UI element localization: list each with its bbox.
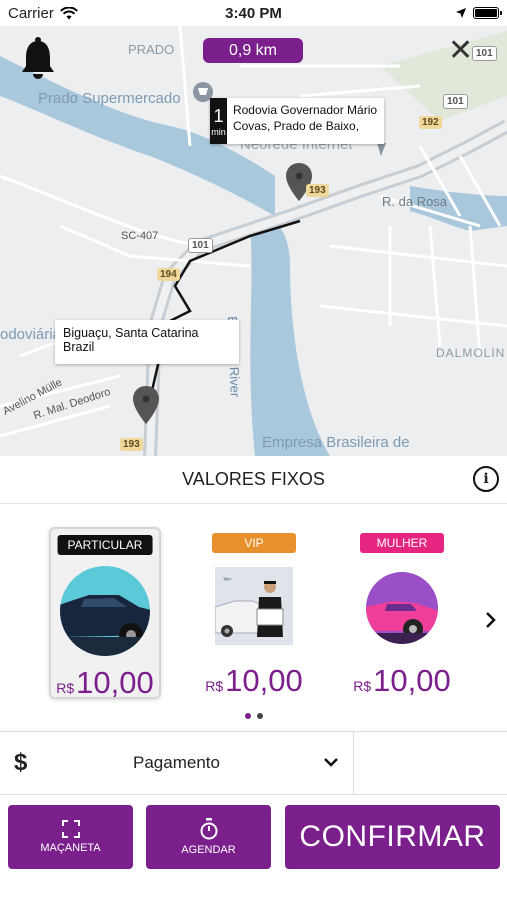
category-card-particular[interactable]: PARTICULAR R$ 10,00 [49, 527, 161, 701]
road-shield-101: 101 [188, 238, 213, 253]
price-value: 10,00 [225, 663, 303, 698]
status-right [455, 7, 502, 19]
road-shield-193: 193 [306, 184, 329, 197]
confirm-button[interactable]: CONFIRMAR [285, 805, 500, 869]
confirm-label: CONFIRMAR [299, 820, 486, 853]
road-shield-192: 192 [419, 116, 442, 129]
price: R$ 10,00 [51, 665, 159, 701]
agendar-button[interactable]: AGENDAR [146, 805, 271, 869]
category-card-mulher[interactable]: MULHER R$ 10,00 [346, 527, 458, 699]
info-icon[interactable]: i [473, 466, 499, 492]
page-indicator [245, 713, 263, 719]
road-shield-101: 101 [443, 94, 468, 109]
section-header: VALORES FIXOS i [0, 456, 507, 504]
price: R$ 10,00 [346, 663, 458, 699]
category-badge: MULHER [360, 533, 444, 553]
destination-address: Rodovia Governador Mário Covas, Prado de… [232, 103, 378, 133]
map-label-rua-rosa: R. da Rosa [382, 194, 448, 209]
category-badge: VIP [212, 533, 296, 553]
location-arrow-icon [456, 8, 466, 18]
car-image [366, 572, 438, 644]
battery-icon [473, 7, 502, 19]
category-card-vip[interactable]: VIP R$ 10,00 [198, 527, 310, 699]
close-icon[interactable]: ✕ [448, 36, 473, 66]
road-shield-194: 194 [157, 268, 180, 281]
macaneta-label: MAÇANETA [40, 842, 101, 854]
page-dot [257, 713, 263, 719]
stopwatch-icon [200, 818, 217, 840]
eta-unit: min [211, 126, 226, 137]
category-carousel[interactable]: PARTICULAR R$ 10,00 VIP R$ 10,00 MULHER … [0, 505, 507, 730]
car-image [60, 566, 150, 656]
action-bar: MAÇANETA AGENDAR CONFIRMAR [0, 796, 507, 900]
destination-callout[interactable]: 1 min Rodovia Governador Mário Covas, Pr… [210, 98, 384, 144]
road-shield-101: 101 [472, 46, 497, 61]
page-dot-active [245, 713, 251, 719]
section-title: VALORES FIXOS [182, 469, 325, 489]
macaneta-button[interactable]: MAÇANETA [8, 805, 133, 869]
chevron-right-icon[interactable] [484, 609, 496, 635]
price-currency: R$ [205, 678, 224, 694]
map-view[interactable]: PRADO Prado Supermercado Neorede Interne… [0, 26, 507, 456]
poi-pin-icon [377, 143, 386, 156]
chauffeur-image [215, 567, 293, 645]
payment-row: $ Pagamento [0, 731, 507, 795]
road-shield-193: 193 [120, 438, 143, 451]
distance-badge: 0,9 km [203, 38, 303, 63]
price-value: 10,00 [76, 665, 154, 700]
price-currency: R$ [353, 678, 372, 694]
payment-select[interactable]: $ Pagamento [0, 732, 354, 794]
map-label-dalmolin: DALMOLIN [436, 346, 506, 360]
agendar-label: AGENDAR [181, 844, 236, 856]
status-left: Carrier [8, 5, 78, 22]
carrier-label: Carrier [8, 4, 54, 22]
price-currency: R$ [56, 680, 75, 696]
dollar-icon: $ [14, 749, 28, 776]
status-bar: Carrier 3:40 PM [0, 0, 507, 26]
map-label-empresa: Empresa Brasileira de [262, 434, 410, 451]
chevron-down-icon [319, 754, 343, 772]
map-label-rodoviaria: odoviária [0, 326, 61, 343]
price-value: 10,00 [373, 663, 451, 698]
origin-callout[interactable]: Biguaçu, Santa Catarina Brazil [55, 320, 239, 364]
map-label-prado: PRADO [128, 42, 175, 57]
map-label-sc407: SC-407 [121, 230, 159, 242]
expand-icon [61, 820, 80, 838]
wifi-icon [59, 6, 78, 19]
eta-value: 1 [213, 105, 224, 126]
category-badge: PARTICULAR [57, 535, 153, 555]
price: R$ 10,00 [198, 663, 310, 699]
eta-badge: 1 min [210, 98, 227, 144]
map-label-supermercado: Prado Supermercado [38, 90, 181, 107]
payment-label: Pagamento [133, 753, 220, 772]
